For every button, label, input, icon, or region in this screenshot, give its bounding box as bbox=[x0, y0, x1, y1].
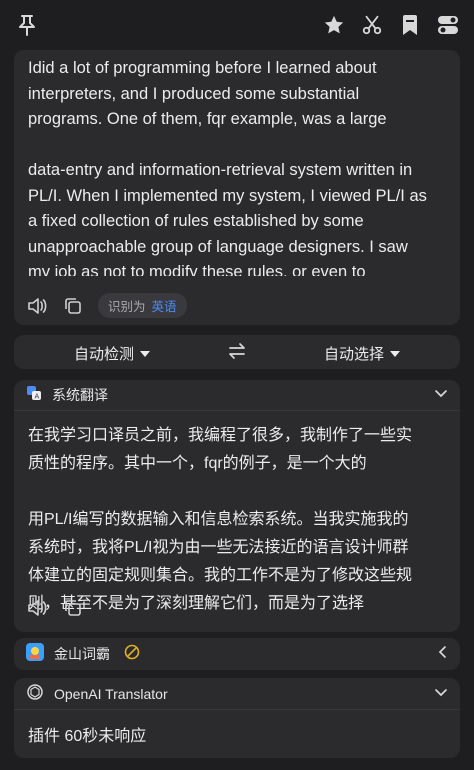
iciba-header[interactable]: 金山词霸 bbox=[26, 639, 448, 669]
system-translate-header[interactable]: A 系统翻译 bbox=[26, 380, 448, 410]
text-line: 则，甚至不是为了深刻理解它们，而是为了选择 bbox=[28, 595, 365, 612]
disabled-icon bbox=[124, 644, 140, 665]
openai-message: 插件 60秒未响应 bbox=[28, 728, 147, 745]
chevron-down-icon bbox=[390, 350, 401, 357]
text-line: programs. One of them, fqr example, was … bbox=[28, 110, 387, 128]
source-language-select[interactable]: 自动检测 bbox=[74, 343, 151, 364]
speaker-icon[interactable] bbox=[26, 295, 48, 317]
source-card: Idid a lot of programming before I learn… bbox=[14, 50, 460, 325]
openai-title: OpenAI Translator bbox=[54, 686, 168, 702]
text-line: PL/I. When I implemented my system, I vi… bbox=[28, 186, 427, 205]
openai-logo-icon bbox=[26, 683, 44, 706]
openai-header[interactable]: OpenAI Translator bbox=[26, 679, 448, 709]
text-line: 在我学习口译员之前，我编程了很多，我制作了一些实 bbox=[28, 427, 413, 444]
swap-languages-icon[interactable] bbox=[228, 342, 246, 365]
target-language-label: 自动选择 bbox=[324, 346, 385, 363]
chevron-left-icon[interactable] bbox=[438, 645, 448, 664]
text-line: 系统时，我将PL/I视为由一些无法接近的语言设计师群 bbox=[28, 539, 409, 556]
text-line: unapproachable group of language designe… bbox=[28, 237, 408, 256]
chevron-down-icon[interactable] bbox=[434, 386, 448, 404]
text-line: 质性的程序。其中一个，fqr的例子，是一个大的 bbox=[28, 455, 367, 472]
speaker-icon[interactable] bbox=[26, 597, 48, 619]
translation-text[interactable]: 在我学习口译员之前，我编程了很多，我制作了一些实 质性的程序。其中一个，fqr的例… bbox=[28, 422, 446, 618]
top-toolbar bbox=[0, 0, 474, 50]
target-language-select[interactable]: 自动选择 bbox=[324, 343, 401, 364]
text-line: data-entry and information-retrieval sys… bbox=[28, 161, 413, 179]
chevron-down-icon bbox=[140, 350, 151, 357]
toggle-settings-icon[interactable] bbox=[435, 12, 461, 38]
system-translate-title: 系统翻译 bbox=[52, 387, 108, 403]
svg-text:A: A bbox=[35, 392, 40, 400]
iciba-logo-icon bbox=[26, 642, 44, 666]
bookmark-icon[interactable] bbox=[397, 12, 423, 38]
detected-language-badge: 识别为 英语 bbox=[98, 293, 187, 318]
copy-icon[interactable] bbox=[62, 597, 84, 619]
text-line: 用PL/I编写的数据输入和信息检索系统。当我实施我的 bbox=[28, 511, 409, 528]
text-line bbox=[28, 133, 446, 159]
iciba-card: 金山词霸 bbox=[14, 638, 460, 670]
iciba-title: 金山词霸 bbox=[54, 646, 110, 662]
text-line: my job as not to modify these rules, or … bbox=[28, 263, 366, 276]
system-translate-logo-icon: A bbox=[26, 385, 42, 406]
openai-translator-card: OpenAI Translator 插件 60秒未响应 bbox=[14, 678, 460, 758]
text-line: a fixed collection of rules established … bbox=[28, 212, 364, 230]
text-line: interpreters, and I produced some substa… bbox=[28, 84, 360, 103]
scissors-icon[interactable] bbox=[359, 12, 385, 38]
text-line bbox=[28, 478, 446, 506]
system-translate-card: A 系统翻译 在我学习口译员之前，我编程了很多，我制作了一些实 质性的程序。其中一… bbox=[14, 380, 460, 632]
source-text[interactable]: Idid a lot of programming before I learn… bbox=[28, 56, 446, 276]
text-line: Idid a lot of programming before I learn… bbox=[28, 59, 377, 77]
text-line: 体建立的固定规则集合。我的工作不是为了修改这些规 bbox=[28, 567, 413, 584]
language-bar: 自动检测 自动选择 bbox=[14, 335, 460, 369]
chevron-down-icon[interactable] bbox=[434, 685, 448, 703]
source-language-label: 自动检测 bbox=[74, 346, 135, 363]
detected-prefix: 识别为 bbox=[108, 300, 146, 314]
detected-language[interactable]: 英语 bbox=[152, 296, 177, 315]
pin-icon[interactable] bbox=[14, 12, 40, 38]
copy-icon[interactable] bbox=[62, 295, 84, 317]
star-icon[interactable] bbox=[321, 12, 347, 38]
